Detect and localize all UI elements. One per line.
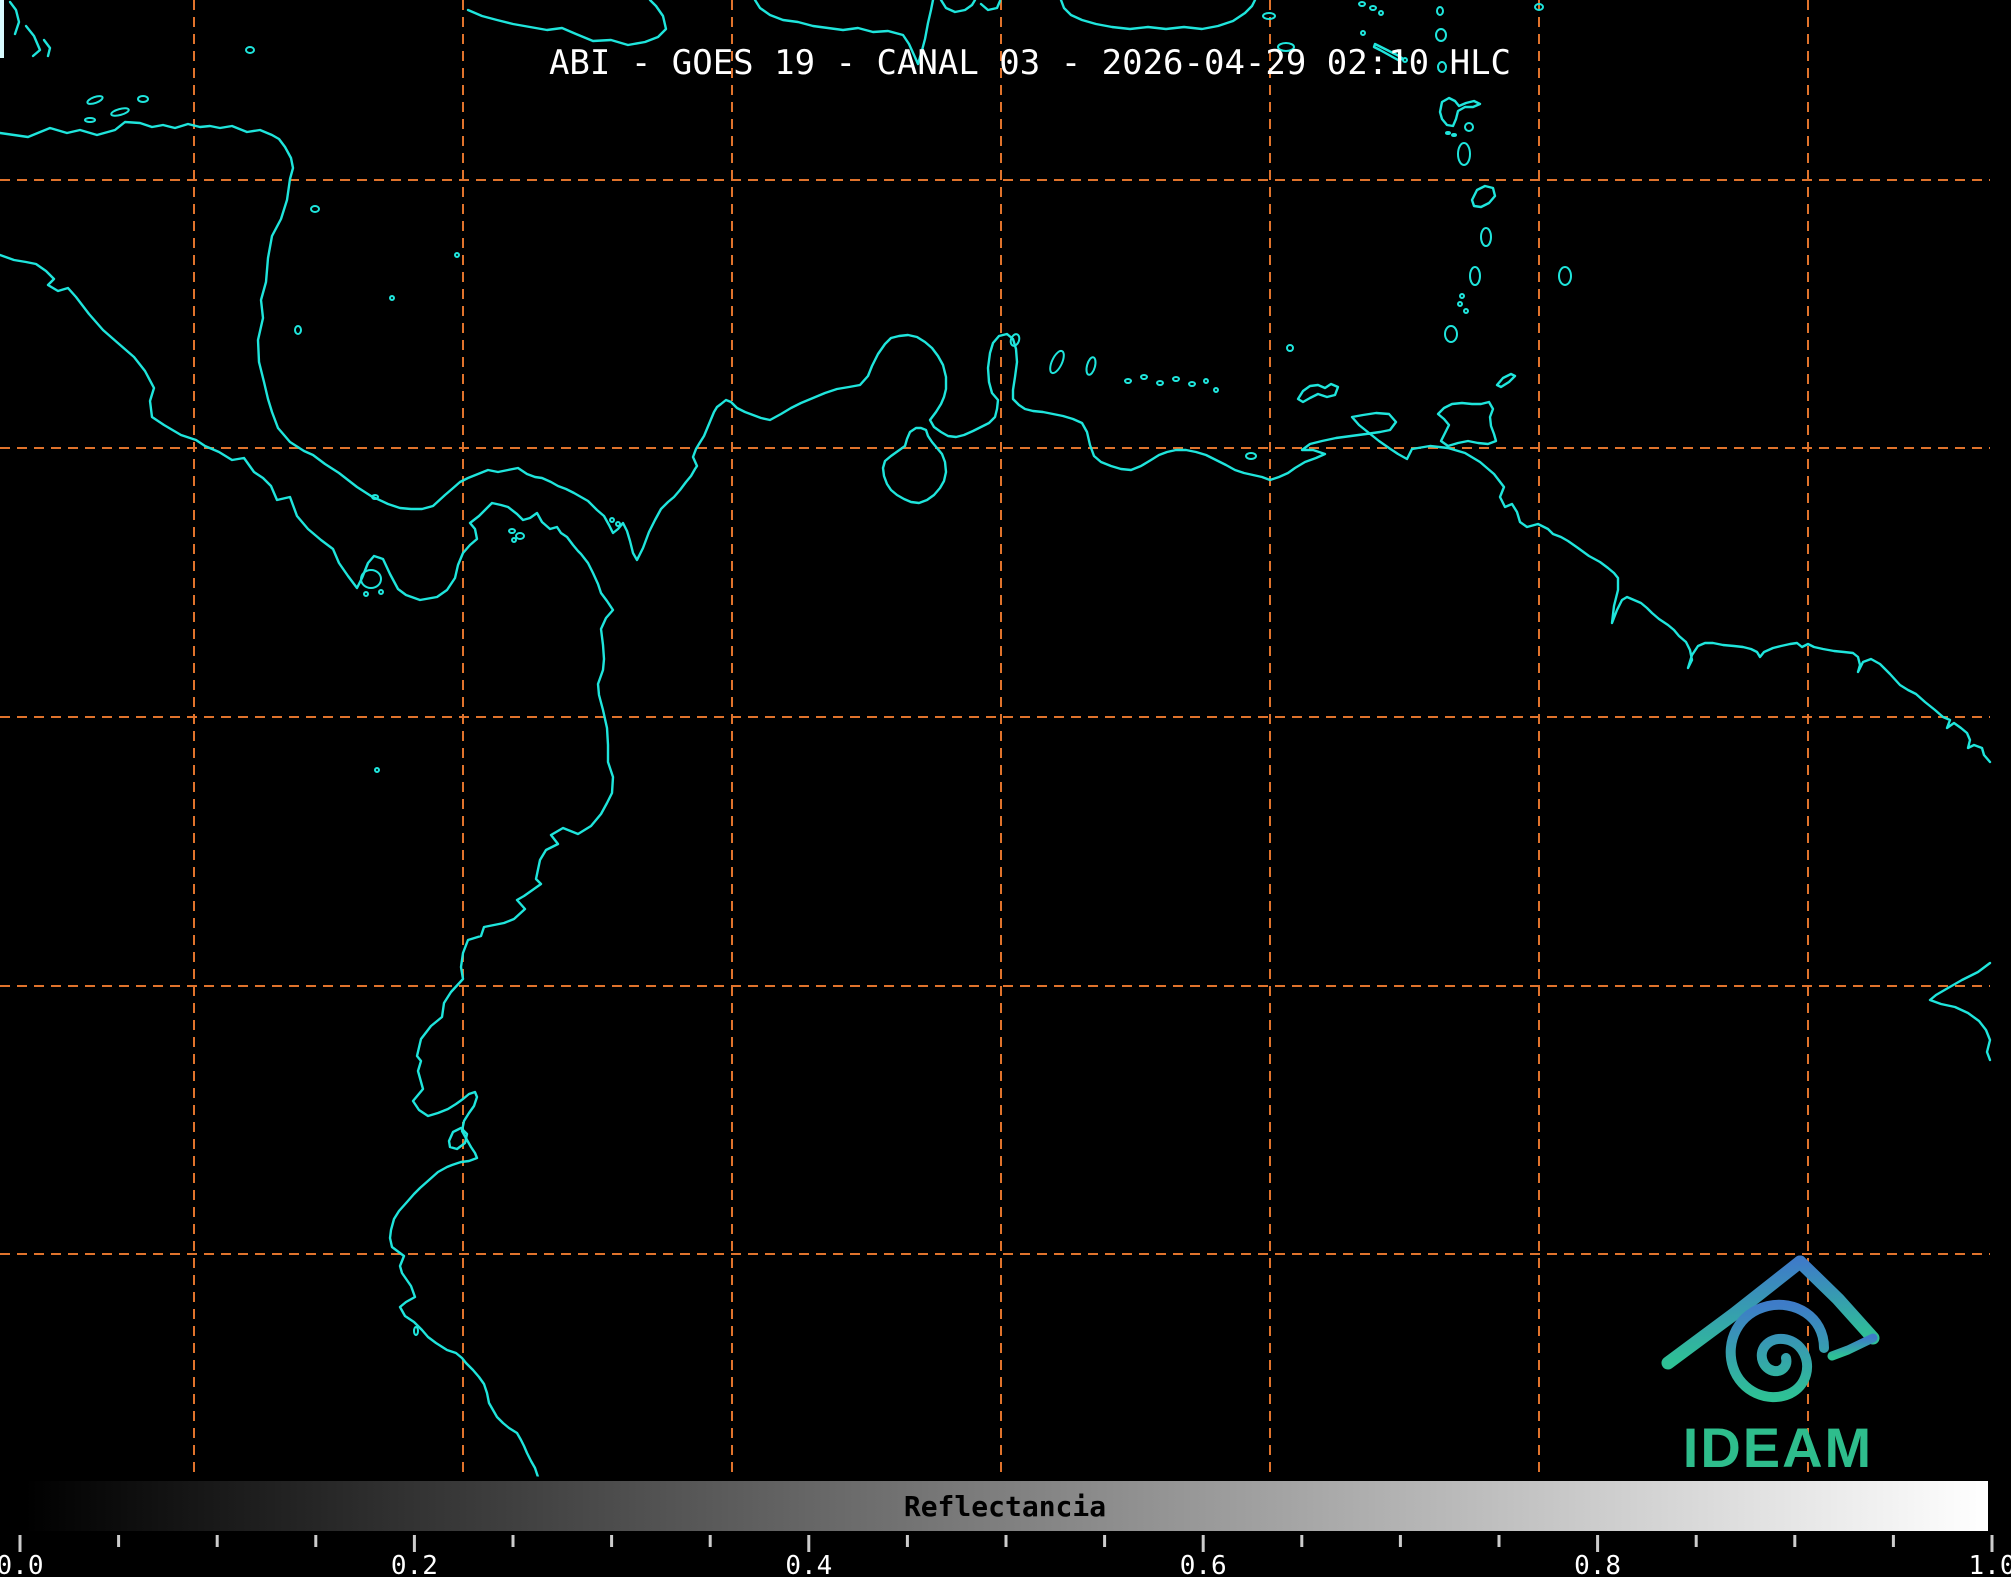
colorbar-tick-label: 0.2 bbox=[391, 1551, 438, 1577]
image-title: ABI - GOES 19 - CANAL 03 - 2026-04-29 02… bbox=[549, 43, 1511, 83]
satellite-image-viewport: ABI - GOES 19 - CANAL 03 - 2026-04-29 02… bbox=[0, 0, 2011, 1577]
colorbar-tick-label: 0.0 bbox=[0, 1551, 43, 1577]
map-background bbox=[0, 0, 2011, 1477]
colorbar-tick-label: 0.6 bbox=[1180, 1551, 1227, 1577]
colorbar-tick-labels: 0.0 0.2 0.4 0.6 0.8 1.0 bbox=[0, 1551, 2011, 1577]
colorbar-label: Reflectancia bbox=[904, 1490, 1106, 1523]
ideam-logo-text: IDEAM bbox=[1683, 1416, 1873, 1479]
colorbar-tick-label: 1.0 bbox=[1969, 1551, 2011, 1577]
colorbar: Reflectancia 0.0 0.2 0.4 0.6 0.8 1.0 bbox=[0, 1477, 2011, 1577]
colorbar-ticks bbox=[20, 1535, 1992, 1552]
colorbar-tick-label: 0.4 bbox=[785, 1551, 832, 1577]
colorbar-tick-label: 0.8 bbox=[1574, 1551, 1621, 1577]
goes-satellite-map: ABI - GOES 19 - CANAL 03 - 2026-04-29 02… bbox=[0, 0, 2011, 1577]
